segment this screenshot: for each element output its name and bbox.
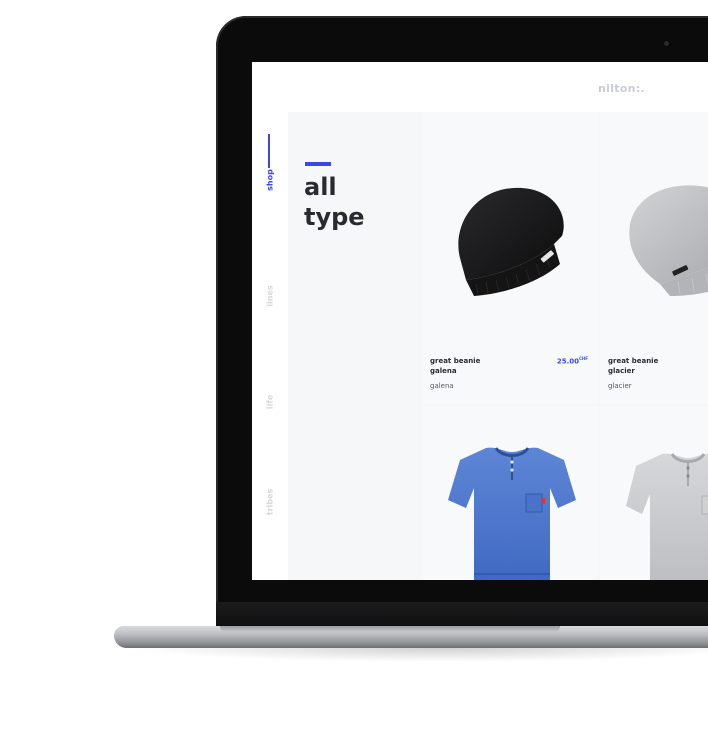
black-beanie-image (458, 187, 564, 296)
product-card[interactable] (600, 406, 708, 580)
laptop-mockup: nilton:. shop lines life tribes all type (0, 0, 708, 736)
product-price: 25.00CHF (557, 356, 588, 365)
product-name-line1: great beanie (608, 357, 659, 365)
nav-item-life[interactable]: life (266, 395, 275, 409)
page-title-line1: all (304, 173, 337, 201)
product-variant: glacier (608, 382, 632, 390)
product-name-line1: great beanie (430, 357, 481, 365)
grey-henley-tshirt-image (626, 453, 708, 580)
nav-item-tribes[interactable]: tribes (266, 489, 275, 515)
grey-beanie-image (629, 185, 708, 296)
nav-item-lines[interactable]: lines (266, 285, 275, 306)
heading-accent-bar (305, 162, 331, 166)
active-nav-indicator (268, 134, 270, 168)
price-currency: CHF (578, 356, 588, 361)
page-title: all type (304, 172, 365, 232)
blue-henley-tshirt-image (448, 447, 576, 580)
product-variant: galena (430, 382, 454, 390)
shop-content: all type great beanie galena 25.00CHF ga… (288, 112, 708, 580)
product-name-line2: glacier (608, 367, 635, 375)
page-title-line2: type (304, 203, 365, 231)
laptop-shadow (130, 648, 708, 662)
product-name-line2: galena (430, 367, 457, 375)
product-name[interactable]: great beanie galena (430, 356, 480, 376)
price-amount: 25.00 (556, 357, 579, 366)
web-page: nilton:. shop lines life tribes all type (252, 62, 708, 580)
nav-item-shop[interactable]: shop (266, 169, 275, 191)
product-card[interactable]: great beanie glacier glacier (600, 112, 708, 404)
laptop-base-notch (220, 626, 560, 632)
camera-icon (664, 41, 669, 46)
laptop-chin (216, 602, 708, 628)
brand-logo[interactable]: nilton:. (598, 82, 645, 95)
product-name[interactable]: great beanie glacier (608, 356, 658, 376)
product-card[interactable]: great beanie galena 25.00CHF galena (422, 112, 598, 404)
sidebar-nav: shop lines life tribes (252, 112, 288, 580)
product-card[interactable] (422, 406, 598, 580)
